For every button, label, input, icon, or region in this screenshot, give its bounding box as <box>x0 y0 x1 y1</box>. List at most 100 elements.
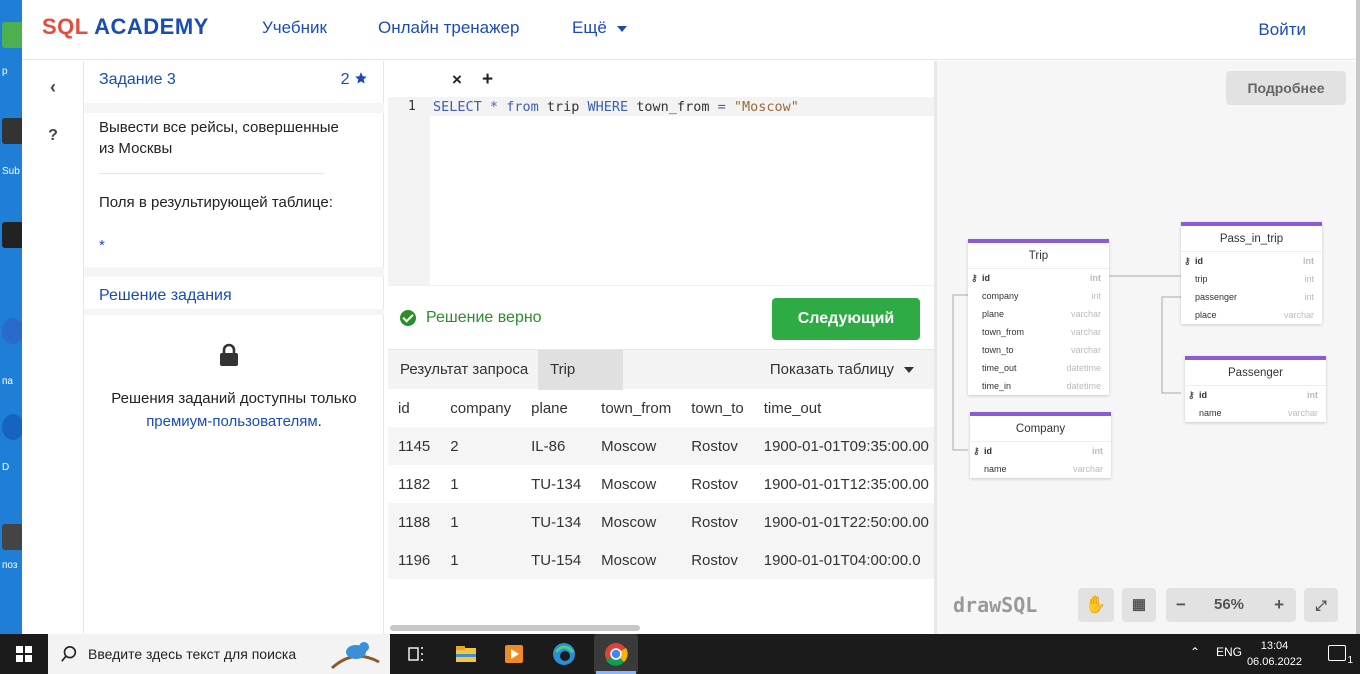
file-explorer-icon[interactable] <box>452 640 480 668</box>
notification-count: 1 <box>1347 655 1353 666</box>
desktop-app-icon[interactable] <box>2 318 22 344</box>
hand-tool-icon[interactable]: ✋ <box>1078 588 1114 622</box>
system-clock[interactable]: 13:04 06.06.2022 <box>1247 638 1302 670</box>
column-header: id <box>398 399 410 417</box>
tray-chevron-up-icon[interactable]: ⌃ <box>1190 645 1200 659</box>
nav-tutorial-link[interactable]: Учебник <box>262 18 327 38</box>
table-row: 1188 1 TU-134 Moscow Rostov 1900-01-01T2… <box>388 503 934 541</box>
tab-query-result[interactable]: Результат запроса <box>388 350 540 390</box>
entity-company[interactable]: Company ⚷ id int name varchar <box>970 412 1111 478</box>
sql-code-line[interactable]: SELECT * from trip WHERE town_from = "Mo… <box>433 99 799 115</box>
editor-gutter <box>388 97 430 285</box>
add-tab-icon[interactable]: + <box>482 69 493 91</box>
help-icon[interactable]: ? <box>42 127 64 149</box>
left-toolbar: ‹ ? <box>22 61 84 634</box>
entity-field: town_to varchar <box>982 345 1101 355</box>
section-divider <box>84 103 384 113</box>
fullscreen-icon[interactable]: ⤢ <box>1304 588 1338 622</box>
key-icon: ⚷ <box>973 446 980 456</box>
table-cell: Rostov <box>681 541 754 579</box>
entity-trip[interactable]: Trip ⚷ id int company int plane varchar town… <box>968 239 1109 395</box>
code-identifier: trip <box>546 99 580 115</box>
column-header: town_to <box>691 399 744 417</box>
entity-field: name varchar <box>1199 408 1318 418</box>
table-cell: Rostov <box>691 475 738 493</box>
next-button[interactable]: Следующий <box>772 298 920 340</box>
column-header: plane <box>531 399 568 417</box>
taskbar-search[interactable]: Введите здесь текст для поиска <box>48 634 390 674</box>
result-status-bar: Решение верно Следующий <box>388 285 934 349</box>
login-link[interactable]: Войти <box>1258 20 1306 40</box>
nav-more-dropdown[interactable]: Ещё <box>572 18 627 38</box>
tab-trip[interactable]: Trip <box>538 350 623 390</box>
edge-browser-icon[interactable] <box>550 640 578 668</box>
solution-note-dot: . <box>317 413 322 430</box>
desktop-app-icon[interactable] <box>2 414 22 440</box>
show-table-label: Показать таблицу <box>769 361 894 378</box>
zoom-in-icon[interactable]: + <box>1274 588 1284 622</box>
entity-pass-in-trip[interactable]: Pass_in_trip ⚷ id int trip int passenger int… <box>1181 222 1322 324</box>
entity-title: Company <box>970 416 1111 442</box>
desktop-icon-label: па <box>2 376 13 387</box>
code-keyword: from <box>506 99 539 115</box>
horizontal-scrollbar[interactable] <box>390 625 640 631</box>
entity-field: ⚷ id int <box>970 442 1111 460</box>
logo[interactable]: SQL ACADEMY <box>42 14 209 40</box>
show-table-dropdown[interactable]: Показать таблицу <box>770 350 914 390</box>
entity-title: Pass_in_trip <box>1181 226 1322 252</box>
table-cell: IL-86 <box>521 427 592 465</box>
table-cell: Rostov <box>681 427 754 465</box>
close-tab-icon[interactable]: × <box>452 70 462 90</box>
section-divider <box>84 267 384 277</box>
result-fields-label: Поля в результирующей таблице: <box>99 194 333 211</box>
bird-illustration-icon <box>324 638 384 670</box>
entity-title: Trip <box>968 243 1109 269</box>
task-score: 2 <box>341 71 368 89</box>
nav-trainer-link[interactable]: Онлайн тренажер <box>378 18 519 38</box>
line-number: 1 <box>408 99 416 114</box>
sql-editor[interactable]: × + 1 SELECT * from trip WHERE town_from… <box>388 63 934 285</box>
premium-link[interactable]: премиум-пользователям <box>146 413 317 430</box>
schema-diagram[interactable]: Подробнее Trip ⚷ id int company int plane va… <box>934 61 1356 634</box>
table-row: 1145 2 IL-86 Moscow Rostov 1900-01-01T09… <box>388 427 934 465</box>
language-indicator[interactable]: ENG <box>1216 645 1242 659</box>
back-chevron-icon[interactable]: ‹ <box>42 77 64 99</box>
entity-field: time_out datetime <box>982 363 1101 373</box>
score-value: 2 <box>340 71 350 88</box>
table-cell: 1900-01-01T12:35:00.00 <box>763 475 929 493</box>
result-fields-value: * <box>99 237 105 254</box>
key-icon: ⚷ <box>1184 256 1191 266</box>
code-keyword: WHERE <box>587 99 629 115</box>
search-icon <box>61 645 77 662</box>
desktop-app-icon[interactable] <box>2 222 22 248</box>
drawsql-brand[interactable]: drawSQL <box>953 593 1037 617</box>
task-view-icon[interactable] <box>402 640 430 668</box>
results-table: id company plane town_from town_to time_… <box>388 389 934 579</box>
task-description: Вывести все рейсы, совершенные из Москвы <box>99 119 339 157</box>
zoom-out-icon[interactable]: − <box>1176 588 1186 622</box>
editor-tabbar: × + <box>388 63 934 97</box>
solution-note: Решения заданий доступны только премиум-… <box>94 387 374 433</box>
table-cell: TU-154 <box>521 541 592 579</box>
solution-status: Решение верно <box>426 309 542 326</box>
code-identifier: town_from <box>636 99 710 115</box>
notifications-icon[interactable]: 1 <box>1328 645 1353 666</box>
desktop-app-icon[interactable] <box>2 118 22 144</box>
windows-start-icon[interactable] <box>16 646 32 662</box>
desktop-app-icon[interactable] <box>2 22 22 48</box>
entity-field: plane varchar <box>982 309 1101 319</box>
desktop-app-icon[interactable] <box>2 524 22 550</box>
search-placeholder: Введите здесь текст для поиска <box>88 646 297 662</box>
check-circle-icon <box>400 310 416 326</box>
table-cell: Moscow <box>601 475 657 493</box>
chrome-browser-icon[interactable] <box>594 634 638 674</box>
media-player-icon[interactable] <box>500 640 528 668</box>
table-row: 1182 1 TU-134 Moscow Rostov 1900-01-01T1… <box>388 465 934 503</box>
table-row: 1196 1 TU-154 Moscow Rostov 1900-01-01T0… <box>388 541 934 579</box>
table-cell: 1145 <box>388 427 441 465</box>
entity-passenger[interactable]: Passenger ⚷ id int name varchar <box>1185 356 1326 422</box>
table-cell: 1900-01-01T09:35:00.00 <box>753 427 934 465</box>
grid-icon[interactable]: ▦ <box>1122 588 1156 622</box>
key-icon: ⚷ <box>971 273 978 283</box>
key-icon: ⚷ <box>1188 390 1195 400</box>
